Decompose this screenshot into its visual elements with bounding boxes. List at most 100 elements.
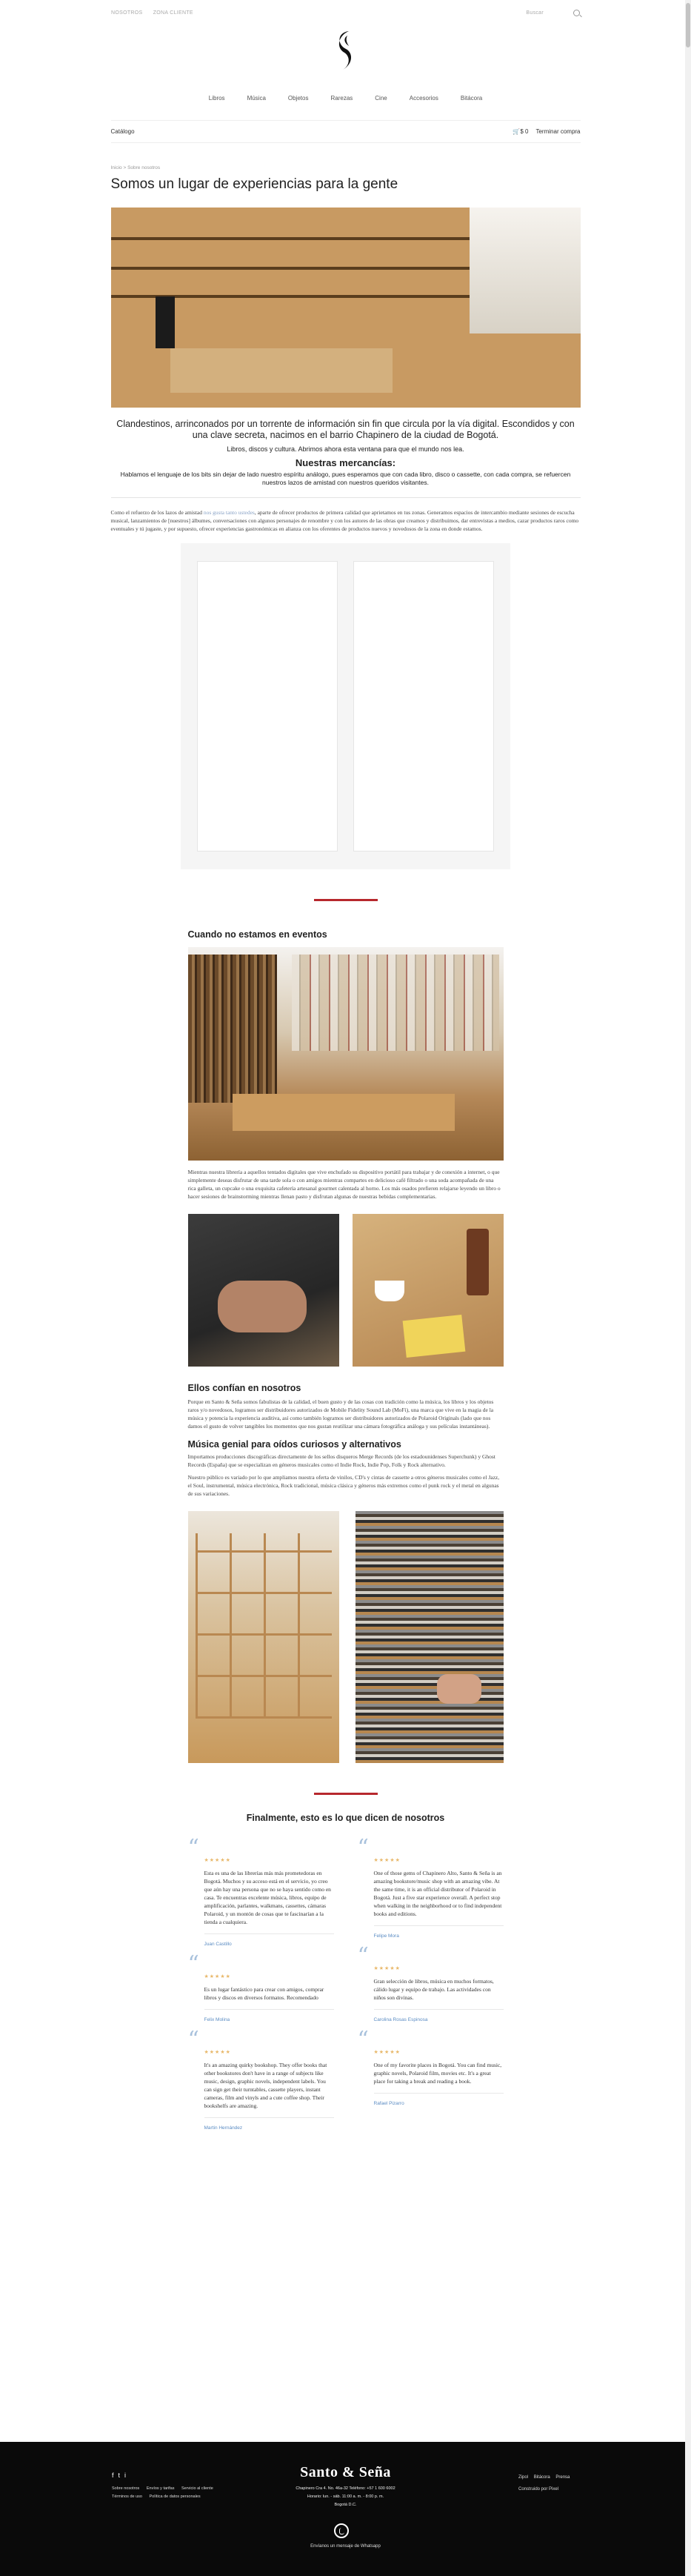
nav-item-cine[interactable]: Cine <box>375 95 387 102</box>
whatsapp-icon[interactable] <box>334 2523 349 2538</box>
intro-paragraph: Como el refuerzo de los lazos de amistad… <box>111 508 581 533</box>
footer: f t i Sobre nosotros Envíos y tarifas Se… <box>0 2442 691 2576</box>
merch-heading: Nuestras mercancías: <box>295 457 396 468</box>
footer-link-prensa[interactable]: Prensa <box>555 2475 570 2480</box>
testimonial-author[interactable]: Juan Castillo <box>204 1933 334 1947</box>
divider-line <box>110 497 581 498</box>
lead-line-3: Hablamos el lenguaje de los bits sin dej… <box>120 471 571 486</box>
embed-card[interactable] <box>197 561 338 852</box>
music-title: Música genial para oídos curiosos y alte… <box>187 1439 401 1450</box>
breadcrumb[interactable]: Inicio > Sobre nosotros <box>111 165 581 170</box>
star-rating: ★★★★★ <box>373 2050 401 2055</box>
star-rating: ★★★★★ <box>204 1858 231 1863</box>
testimonial-author[interactable]: Felipe Mora <box>373 1925 504 1939</box>
events-section: Cuando no estamos en eventos Mientras nu… <box>187 929 504 1763</box>
testimonial-author[interactable]: Felix Molina <box>204 2009 334 2022</box>
testimonial-text: Gran selección de libros, música en much… <box>373 1978 494 2001</box>
testimonials-column-right: “ ★★★★★ One of those gems of Chapinero A… <box>357 1835 504 2141</box>
testimonial-author[interactable]: Carolina Rosas Espinosa <box>373 2009 504 2022</box>
hours-line: Horario: lun. - sáb. 11:00 a. m. - 8:00 … <box>307 2494 384 2499</box>
coffee-book-photo <box>352 1214 504 1367</box>
nav-item-rarezas[interactable]: Rarezas <box>330 95 353 102</box>
testimonial-text: One of my favorite places in Bogotá. You… <box>373 2062 502 2085</box>
cart-icon[interactable]: 🛒$ 0 <box>513 128 528 135</box>
scrollbar-thumb[interactable] <box>686 3 690 47</box>
footer-right-links: Zipol Bitácora Prensa Construido por Pix… <box>518 2472 574 2495</box>
quote-icon: “ <box>357 1943 369 1969</box>
city-line: Bogotá D.C. <box>334 2503 357 2507</box>
testimonial-card: “ ★★★★★ It's an amazing quirky bookshop.… <box>187 2027 334 2131</box>
top-bar: Nosotros Zona cliente Buscar <box>0 0 691 25</box>
lead-line-2: Libros, discos y cultura. Abrimos ahora … <box>227 445 464 453</box>
music-text-1: Importamos producciones discográficas di… <box>187 1453 495 1468</box>
testimonial-text: One of those gems of Chapinero Alto, San… <box>373 1870 502 1917</box>
content: Inicio > Sobre nosotros Somos un lugar d… <box>110 165 581 533</box>
logo[interactable] <box>331 28 361 73</box>
events-text: Mientras nuestra librería a aquellos ten… <box>187 1169 501 1200</box>
search-icon[interactable] <box>573 9 580 16</box>
nav-item-accesorios[interactable]: Accesorios <box>410 95 438 102</box>
search-box[interactable]: Buscar <box>526 9 580 16</box>
cd-shelf-photo <box>355 1511 504 1763</box>
testimonial-card: “ ★★★★★ Esta es una de las librerías más… <box>187 1835 334 1947</box>
footer-address: Chapinero Cra 4. No. 46a-32 Teléfono: +5… <box>0 2485 691 2509</box>
quote-icon: “ <box>357 2027 369 2053</box>
events-title: Cuando no estamos en eventos <box>187 929 327 940</box>
catalog-link[interactable]: Catálogo <box>111 128 135 135</box>
quote-icon: “ <box>187 2027 199 2053</box>
red-divider <box>313 899 378 901</box>
testimonial-card: “ ★★★★★ One of my favorite places in Bog… <box>357 2027 504 2106</box>
trust-text: Porque en Santo & Seña somos fabulistas … <box>187 1398 494 1430</box>
testimonial-author[interactable]: Rafael Pizarro <box>373 2093 504 2106</box>
cart-count: $ 0 <box>520 128 529 135</box>
intro-text-start: Como el refuerzo de los lazos de amistad <box>110 509 204 516</box>
quote-icon: “ <box>187 1835 199 1861</box>
scrollbar[interactable] <box>685 0 691 2576</box>
sub-bar: Catálogo 🛒$ 0 Terminar compra <box>110 120 581 143</box>
top-link-about[interactable]: Nosotros <box>111 10 142 16</box>
footer-link-zipol[interactable]: Zipol <box>518 2475 528 2480</box>
footer-credit[interactable]: Construido por Pixel <box>518 2487 558 2492</box>
star-rating: ★★★★★ <box>373 1858 401 1863</box>
nav-item-musica[interactable]: Música <box>247 95 266 102</box>
top-links: Nosotros Zona cliente <box>111 10 202 16</box>
star-rating: ★★★★★ <box>373 1966 401 1971</box>
top-link-client-zone[interactable]: Zona cliente <box>153 10 193 16</box>
star-rating: ★★★★★ <box>204 1974 231 1979</box>
testimonial-card: “ ★★★★★ Gran selección de libros, música… <box>357 1943 504 2022</box>
red-divider <box>313 1793 378 1795</box>
star-rating: ★★★★★ <box>204 2050 231 2055</box>
cassette-player-photo <box>187 1214 339 1367</box>
testimonial-author[interactable]: Martin Hernández <box>204 2117 334 2131</box>
social-embed <box>181 543 510 869</box>
lead-line-1: Clandestinos, arrinconados por un torren… <box>116 419 575 440</box>
testimonial-text: Es un lugar fantástico para crear con am… <box>204 1986 324 2001</box>
testimonial-text: Esta es una de las librerías más más pro… <box>204 1870 331 1925</box>
whatsapp-label[interactable]: Envíanos un mensaje de Whatsapp <box>0 2544 691 2549</box>
nav-item-libros[interactable]: Libros <box>209 95 225 102</box>
testimonial-text: It's an amazing quirky bookshop. They of… <box>204 2062 327 2109</box>
trust-title: Ellos confían en nosotros <box>187 1383 301 1393</box>
footer-brand[interactable]: Santo & Seña <box>0 2464 691 2481</box>
checkout-link[interactable]: Terminar compra <box>535 128 580 135</box>
testimonial-card: “ ★★★★★ One of those gems of Chapinero A… <box>357 1835 504 1939</box>
page-title: Somos un lugar de experiencias para la g… <box>110 176 398 192</box>
music-text-2: Nuestro público es variado por lo que am… <box>187 1474 500 1497</box>
cart: 🛒$ 0 Terminar compra <box>513 128 580 135</box>
hero-image <box>110 208 581 408</box>
testimonial-card: “ ★★★★★ Es un lugar fantástico para crea… <box>187 1951 334 2022</box>
quote-icon: “ <box>187 1951 199 1977</box>
testimonials-column-left: “ ★★★★★ Esta es una de las librerías más… <box>187 1835 334 2141</box>
nav-item-bitacora[interactable]: Bitácora <box>461 95 482 102</box>
store-interior-photo <box>187 947 504 1161</box>
lead-text: Clandestinos, arrinconados por un torren… <box>111 419 581 487</box>
footer-link-bitacora[interactable]: Bitácora <box>534 2475 550 2480</box>
nav-item-objetos[interactable]: Objetos <box>288 95 309 102</box>
testimonials: “ ★★★★★ Esta es una de las librerías más… <box>187 1835 504 2141</box>
shelves-photo <box>187 1511 339 1763</box>
address-line: Chapinero Cra 4. No. 46a-32 Teléfono: +5… <box>296 2486 395 2491</box>
quote-icon: “ <box>357 1835 369 1861</box>
search-input[interactable]: Buscar <box>526 10 544 16</box>
embed-card[interactable] <box>353 561 494 852</box>
intro-link[interactable]: nos gusta tanto ustedes <box>204 509 255 516</box>
